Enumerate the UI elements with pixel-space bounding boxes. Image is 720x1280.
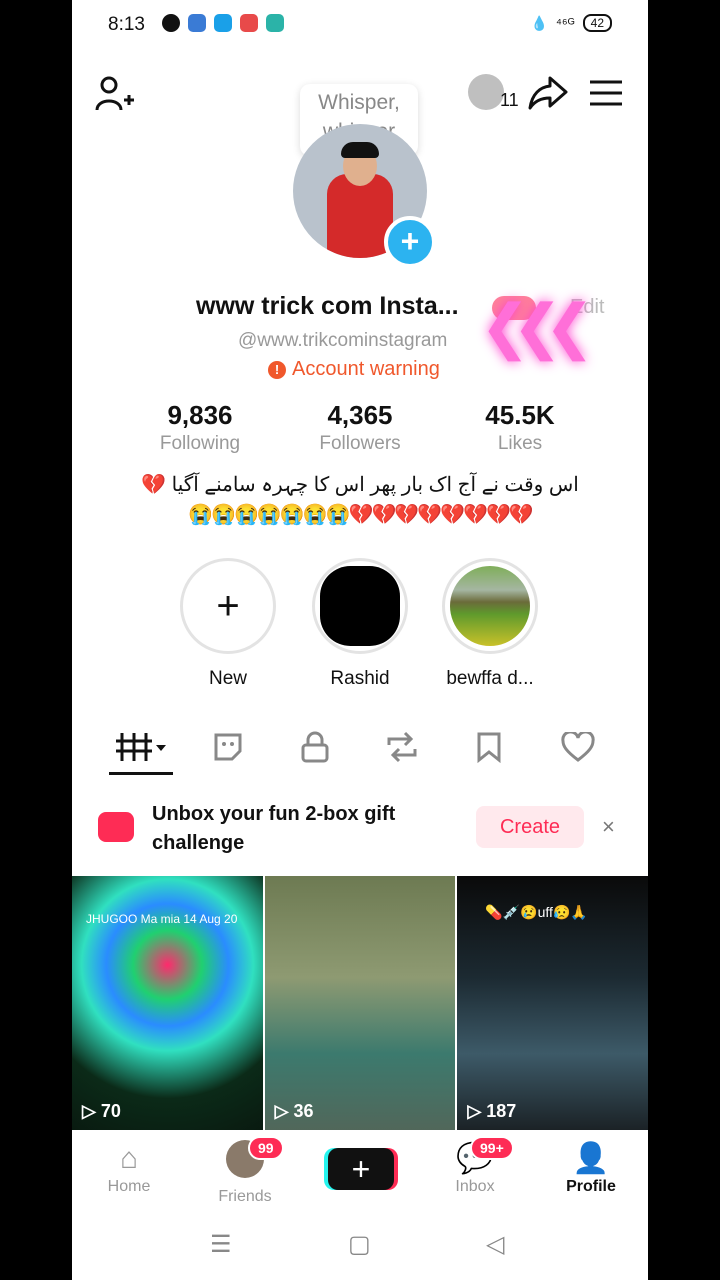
nav-profile[interactable]: 👤 Profile [546, 1140, 636, 1196]
add-story-button[interactable]: + [384, 216, 436, 268]
create-button[interactable]: Create [476, 806, 584, 848]
stat-likes[interactable]: 45.5K Likes [440, 400, 600, 455]
highlight-rashid[interactable]: Rashid [312, 558, 408, 690]
data-icon: 💧 [530, 14, 548, 31]
bio-line: اس وقت نے آج اک بار پھر اس کا چہرہ سامنے… [141, 474, 579, 496]
video-grid: JHUGOO Ma mia 14 Aug 20 ▷ 70 ▷ 36 💊💉😢uff… [72, 876, 648, 1130]
account-warning-label: Account warning [292, 358, 440, 380]
camera-icon [98, 812, 134, 842]
bookmark-icon [477, 732, 501, 763]
heart-icon [561, 732, 595, 762]
notification-icons [162, 14, 284, 32]
bio-emoji-line: 😭😭😭😭😭😭😭💔💔💔💔💔💔💔💔 [188, 504, 534, 526]
plus-icon: + [180, 558, 276, 654]
status-right: 💧 ⁴⁶ᴳ 42 [530, 14, 612, 32]
back-icon[interactable]: ◁ [486, 1230, 504, 1259]
phone-screen: 8:13 💧 ⁴⁶ᴳ 42 11 Whisper, whisper [72, 0, 648, 1280]
app-icon [240, 14, 258, 32]
saved-tab[interactable] [457, 722, 521, 772]
profile-bio: اس وقت نے آج اک بار پھر اس کا چہرہ سامنے… [112, 470, 608, 530]
system-nav-bar: ☰ ▢ ◁ [72, 1224, 648, 1264]
video-tile[interactable]: ▷ 36 [264, 876, 456, 1130]
close-icon[interactable]: × [602, 814, 615, 840]
app-icon [188, 14, 206, 32]
account-warning-link[interactable]: ! Account warning [268, 358, 440, 381]
app-icon [266, 14, 284, 32]
nav-home[interactable]: ⌂ Home [84, 1140, 174, 1196]
menu-icon[interactable] [590, 80, 622, 106]
highlight-new[interactable]: + New [180, 558, 276, 690]
home-button-icon[interactable]: ▢ [348, 1230, 371, 1259]
active-tab-indicator [109, 772, 173, 775]
chevron-left-sticker-icon: ❮❮❮ [480, 293, 595, 360]
bottom-nav: ⌂ Home Friends 99 + 💬 Inbox 99+ 👤 Profil… [72, 1134, 648, 1206]
video-caption: 💊💉😢uff😥🙏 [485, 904, 588, 920]
inbox-badge: 99+ [470, 1136, 514, 1160]
private-tab[interactable] [283, 722, 347, 772]
video-tile[interactable]: JHUGOO Ma mia 14 Aug 20 ▷ 70 [72, 876, 263, 1130]
stickers-tab[interactable] [196, 722, 260, 772]
status-time: 8:13 [108, 14, 145, 35]
home-icon: ⌂ [119, 1142, 139, 1175]
add-friend-icon[interactable] [94, 74, 134, 114]
create-video-button[interactable]: + [328, 1148, 394, 1190]
stat-followers[interactable]: 4,365 Followers [280, 400, 440, 455]
lock-icon [301, 731, 329, 763]
friends-avatar[interactable] [468, 74, 504, 110]
video-caption: JHUGOO Ma mia 14 Aug 20 [86, 912, 238, 926]
warning-icon: ! [268, 360, 286, 379]
liked-tab[interactable] [546, 722, 610, 772]
video-tile[interactable]: 💊💉😢uff😥🙏 ▷ 187 [457, 876, 648, 1130]
stat-following[interactable]: 9,836 Following [120, 400, 280, 455]
profile-icon: 👤 [572, 1142, 610, 1175]
profile-stats: 9,836 Following 4,365 Followers 45.5K Li… [72, 400, 648, 455]
status-bar: 8:13 💧 ⁴⁶ᴳ 42 [72, 0, 648, 52]
signal-icon: ⁴⁶ᴳ [555, 15, 575, 31]
friends-badge: 99 [248, 1136, 284, 1160]
app-icon [214, 14, 232, 32]
display-name: www trick com Insta... [196, 292, 459, 320]
friends-count: 11 [500, 90, 519, 110]
share-icon[interactable] [528, 74, 568, 110]
recent-apps-icon[interactable]: ☰ [210, 1230, 232, 1259]
grid-icon [116, 733, 166, 761]
videos-tab[interactable] [109, 722, 173, 772]
banner-text: Unbox your fun 2-box gift challenge [152, 803, 396, 854]
username: @www.trikcominstagram [238, 330, 448, 351]
view-count: ▷ 70 [82, 1101, 121, 1121]
highlight-bewffa[interactable]: bewffa d... [442, 558, 538, 690]
view-count: ▷ 36 [274, 1101, 314, 1121]
battery-icon: 42 [582, 14, 612, 32]
reposts-tab[interactable] [370, 722, 434, 772]
gift-challenge-banner: Unbox your fun 2-box gift challenge Crea… [72, 800, 648, 860]
sticker-icon [214, 733, 242, 761]
repost-icon [387, 731, 417, 763]
view-count: ▷ 187 [467, 1101, 517, 1121]
messenger-icon [162, 14, 180, 32]
content-tabs [72, 722, 648, 778]
